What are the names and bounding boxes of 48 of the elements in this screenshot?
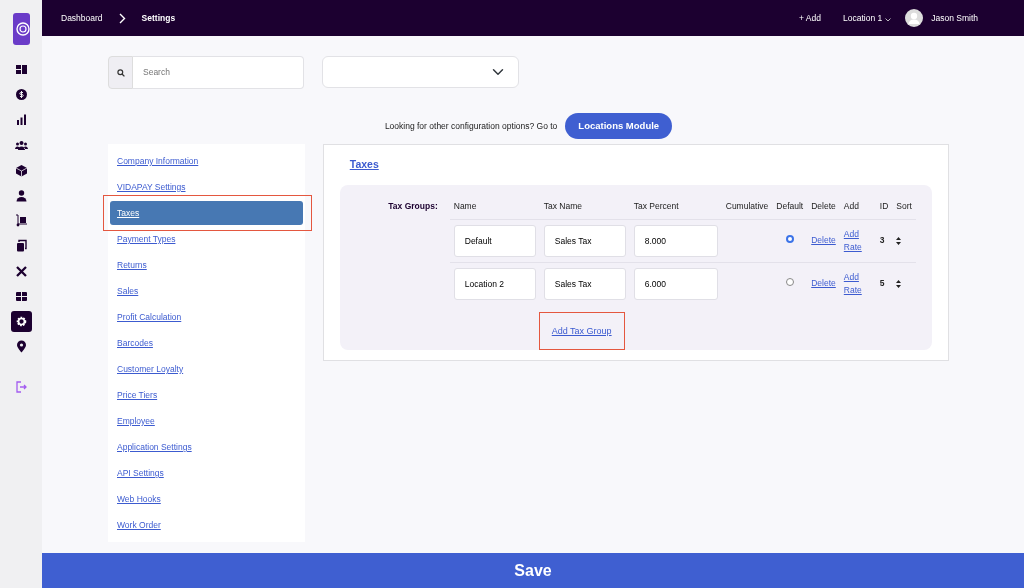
tax-groups-label: Tax Groups: bbox=[388, 201, 438, 211]
add-rate-link[interactable]: Add Rate bbox=[843, 271, 872, 296]
column-header: Cumulative bbox=[725, 201, 769, 211]
id-text: 3 bbox=[879, 235, 885, 246]
column-header: Tax Percent bbox=[633, 201, 679, 211]
tax-name-field[interactable]: Sales Tax bbox=[543, 267, 626, 300]
column-header: Tax Name bbox=[543, 201, 582, 211]
delete-link[interactable]: Delete bbox=[811, 278, 836, 289]
column-header: Delete bbox=[811, 201, 836, 211]
search-field[interactable]: Search bbox=[133, 56, 304, 89]
column-header: ID bbox=[879, 201, 889, 211]
add-rate-link[interactable]: Add Rate bbox=[843, 228, 872, 253]
tax-percent-field[interactable]: 6.000 bbox=[633, 267, 718, 300]
tax-name-field[interactable]: Sales Tax bbox=[543, 224, 626, 257]
settings-nav-link[interactable]: Taxes bbox=[117, 206, 140, 220]
settings-nav-link[interactable]: Application Settings bbox=[117, 440, 192, 454]
name-field[interactable]: Location 2 bbox=[453, 267, 536, 300]
delete-link[interactable]: Delete bbox=[811, 235, 836, 246]
column-header: Name bbox=[453, 201, 477, 211]
column-header: Sort bbox=[896, 201, 912, 211]
settings-nav-link[interactable]: Price Tiers bbox=[117, 388, 158, 402]
user-name[interactable]: Jason Smith bbox=[931, 11, 978, 25]
location-dropdown[interactable]: Location 1 bbox=[843, 11, 883, 25]
settings-nav-link[interactable]: Barcodes bbox=[117, 336, 153, 350]
save-button[interactable]: Save bbox=[42, 553, 1024, 588]
settings-nav-link[interactable]: API Settings bbox=[117, 466, 164, 480]
settings-nav-link[interactable]: Returns bbox=[117, 258, 147, 272]
tax-percent-field[interactable]: 8.000 bbox=[633, 224, 718, 257]
settings-nav-link[interactable]: Customer Loyalty bbox=[117, 362, 184, 376]
settings-nav-link[interactable]: Sales bbox=[117, 284, 139, 298]
locations-module-button[interactable]: Locations Module bbox=[565, 113, 673, 140]
settings-nav-link[interactable]: VIDAPAY Settings bbox=[117, 180, 186, 194]
id-text: 5 bbox=[879, 278, 885, 289]
settings-nav-link[interactable]: Employee bbox=[117, 414, 155, 428]
column-header: Default bbox=[776, 201, 804, 211]
breadcrumb-link[interactable]: Settings bbox=[141, 11, 176, 25]
column-header: Add bbox=[843, 201, 859, 211]
add-tax-group-link[interactable]: Add Tax Group bbox=[551, 325, 612, 336]
settings-nav-link[interactable]: Profit Calculation bbox=[117, 310, 182, 324]
settings-nav-link[interactable]: Payment Types bbox=[117, 232, 176, 246]
breadcrumb-link[interactable]: Dashboard bbox=[61, 11, 103, 25]
name-field[interactable]: Default bbox=[453, 224, 536, 257]
section-title[interactable]: Taxes bbox=[349, 158, 379, 171]
hint-text: Looking for other configuration options? Go to bbox=[384, 119, 558, 133]
settings-nav-link[interactable]: Web Hooks bbox=[117, 492, 161, 506]
settings-nav-link[interactable]: Work Order bbox=[117, 518, 161, 532]
settings-nav-link[interactable]: Company Information bbox=[117, 154, 199, 168]
add-button[interactable]: + Add bbox=[799, 11, 821, 25]
